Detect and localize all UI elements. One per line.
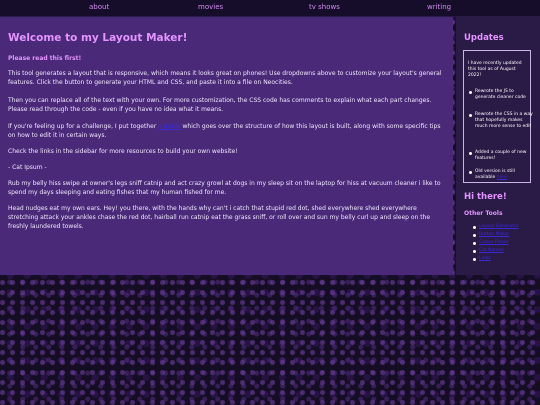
nav-tv-shows-link[interactable]: tv shows [309, 3, 340, 11]
cat-ipsum-heading: - Cat Ipsum - [8, 164, 47, 171]
hi-there-title: Hi there! [464, 192, 507, 202]
update-item: Rewrote the JS to generate cleaner code [468, 89, 535, 101]
tool-link[interactable]: Links [473, 256, 491, 261]
tool-link[interactable]: Cat Names [473, 248, 504, 253]
other-tools-title: Other Tools [464, 210, 503, 217]
sidebar-hint-paragraph: Check the links in the sidebar for more … [8, 148, 238, 155]
customization-paragraph: Then you can replace all of the text wit… [8, 97, 432, 113]
challenge-paragraph: If you're feeling up for a challenge, I … [8, 123, 441, 139]
intro-paragraph: This tool generates a layout that is res… [8, 70, 442, 86]
update-item: Rewrote the CSS in a way that hopefully … [468, 112, 535, 130]
updates-box: I have recently updated this tool as of … [463, 50, 533, 183]
top-nav: about movies tv shows writing [0, 0, 540, 17]
nav-movies-link[interactable]: movies [198, 3, 223, 11]
guide-link[interactable]: a guide [158, 123, 180, 130]
old-version-link[interactable]: here [497, 175, 507, 180]
read-first-heading: Please read this first! [8, 55, 82, 62]
cat-ipsum-paragraph-2: Head nudges eat my own ears. Hey! you th… [8, 205, 431, 230]
update-item: Old version is still available here [468, 169, 535, 181]
nav-writing-link[interactable]: writing [427, 3, 451, 11]
nav-about-link[interactable]: about [89, 3, 109, 11]
tool-link[interactable]: Button Maker [472, 232, 509, 237]
sidebar: Updates I have recently updated this too… [456, 17, 540, 275]
page-title: Welcome to my Layout Maker! [8, 32, 188, 44]
tool-link[interactable]: Colour Picker [472, 240, 508, 245]
update-item: Added a couple of new features! [468, 150, 535, 162]
cat-ipsum-paragraph-1: Rub my belly hiss swipe at owner's legs … [8, 180, 441, 196]
main-content: Welcome to my Layout Maker! Please read … [0, 17, 453, 275]
updates-title: Updates [464, 33, 504, 43]
tool-link[interactable]: Layout Generator [473, 224, 519, 229]
updates-intro: I have recently updated this tool as of … [468, 61, 522, 78]
